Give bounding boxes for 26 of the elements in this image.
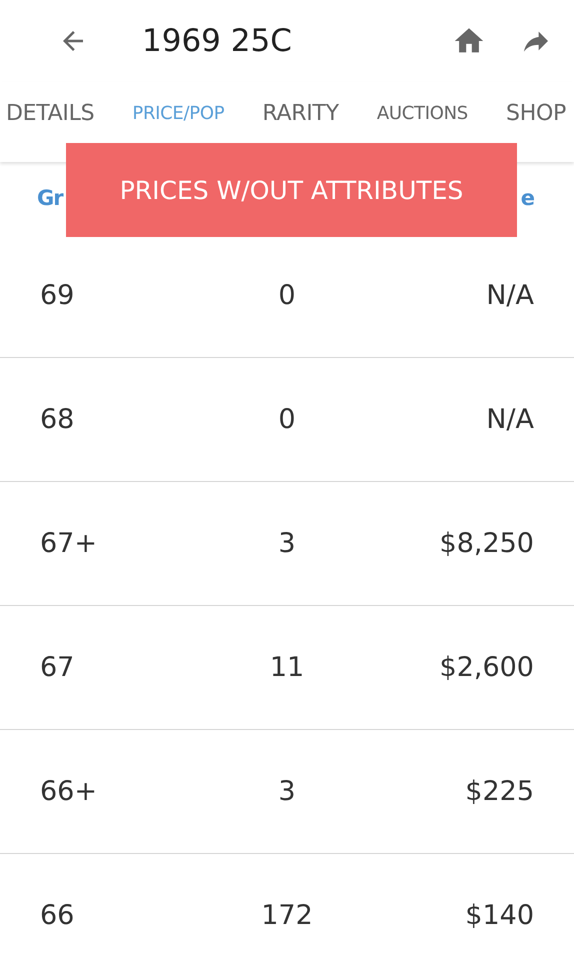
page-title: 1969 25C [142, 23, 293, 59]
table-cell-text: 172 [260, 900, 314, 931]
table-cell-text: 0 [277, 404, 297, 435]
tab[interactable]: RARITY [262, 100, 339, 126]
table-cell-text: 69 [40, 280, 76, 311]
table-cell-text: 3 [277, 528, 297, 559]
table-cell-text: $140 [464, 900, 534, 931]
tab[interactable]: DETAILS [6, 100, 94, 126]
table-cell-text: N/A [485, 280, 534, 311]
table-cell-text: $225 [464, 776, 534, 807]
toast-message: PRICES W/OUT ATTRIBUTES [66, 143, 517, 237]
table-cell-text: $2,600 [438, 652, 534, 683]
table-cell-text: $8,250 [438, 528, 534, 559]
table-cell-text: 67 [40, 652, 76, 683]
tab[interactable]: SHOP [506, 100, 566, 126]
table-cell-text: 67+ [40, 528, 98, 559]
table-cell-text: 11 [268, 652, 306, 683]
column-header: Gr [37, 186, 63, 210]
table-cell-text: 68 [40, 404, 76, 435]
table-cell-text: 0 [277, 280, 297, 311]
tab[interactable]: AUCTIONS [376, 102, 468, 124]
table-cell-text: 66 [40, 900, 76, 931]
table-cell-text: 3 [277, 776, 297, 807]
column-header: e [520, 186, 534, 210]
table-cell-text: 66+ [40, 776, 98, 807]
table-cell-text: N/A [485, 404, 534, 435]
